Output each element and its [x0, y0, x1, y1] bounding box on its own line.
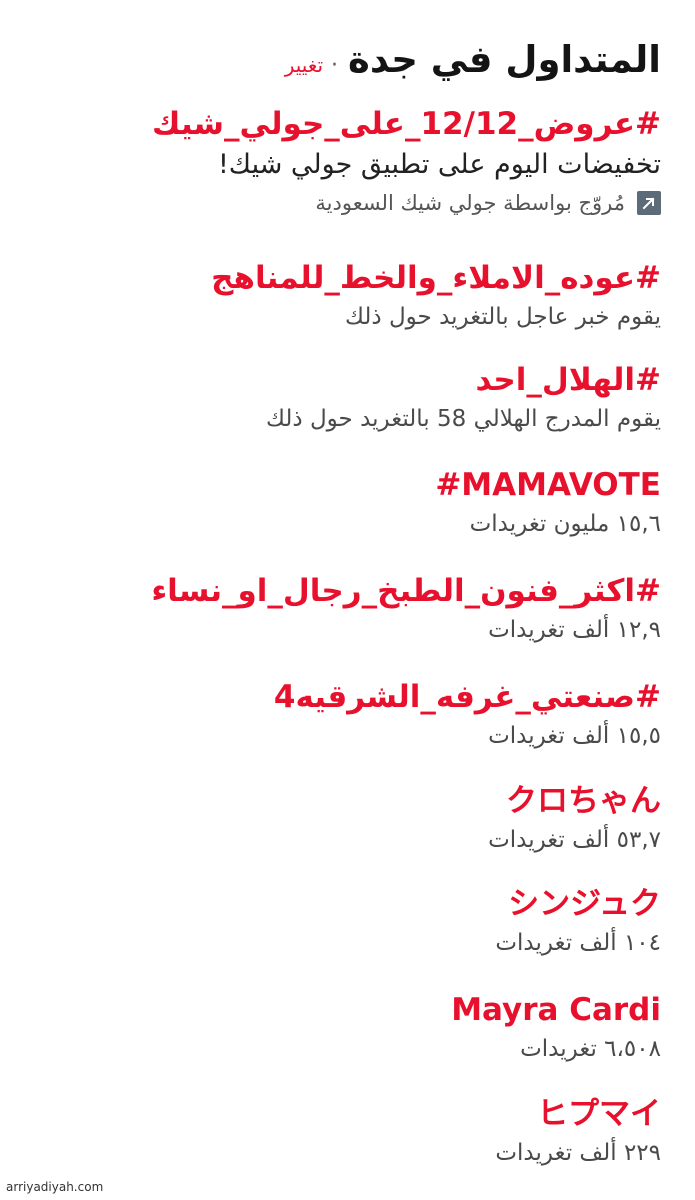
source-watermark: arriyadiyah.com	[6, 1180, 104, 1194]
promoted-arrow-icon	[637, 191, 661, 215]
trend-tweet-count: ١٠٤ ألف تغريدات	[495, 930, 661, 956]
trend-item[interactable]: #عوده_الاملاء_والخط_للمناهج يقوم خبر عاج…	[20, 258, 661, 334]
trend-name[interactable]: #الهلال_احد	[20, 360, 661, 400]
trend-item[interactable]: #اكثر_فنون_الطبخ_رجال_او_نساء ١٢,٩ ألف ت…	[20, 571, 661, 647]
trend-item[interactable]: シンジュク ١٠٤ ألف تغريدات	[20, 884, 661, 960]
trend-tweet-count: ١٥,٥ ألف تغريدات	[488, 723, 661, 749]
trends-panel: المتداول في جدة · تغيير #عروض_12/12_على_…	[0, 0, 695, 1200]
trend-name[interactable]: ヒプマイ	[20, 1094, 661, 1134]
trend-tweet-count: ٦،٥٠٨ تغريدات	[520, 1036, 661, 1062]
trend-name[interactable]: Mayra Cardi	[20, 990, 661, 1030]
trend-item[interactable]: #صنعتي_غرفه_الشرقيه4 ١٥,٥ ألف تغريدات	[20, 677, 661, 753]
trend-name[interactable]: クロちゃん	[20, 781, 661, 821]
trend-description: تخفيضات اليوم على تطبيق جولي شيك!	[217, 149, 661, 180]
trend-description: يقوم خبر عاجل بالتغريد حول ذلك	[345, 304, 661, 330]
header-separator: ·	[331, 53, 339, 78]
trend-name[interactable]: #اكثر_فنون_الطبخ_رجال_او_نساء	[20, 571, 661, 611]
change-location-link[interactable]: تغيير	[285, 53, 323, 77]
trend-description: يقوم المدرج الهلالي 58 بالتغريد حول ذلك	[266, 406, 661, 432]
promoted-row: مُروّج بواسطة جولي شيك السعودية	[20, 188, 661, 218]
trend-item[interactable]: #MAMAVOTE ١٥,٦ مليون تغريدات	[20, 465, 661, 541]
trend-item[interactable]: #عروض_12/12_على_جولي_شيك تخفيضات اليوم ع…	[20, 104, 661, 218]
promoted-by-label: مُروّج بواسطة جولي شيك السعودية	[315, 191, 625, 215]
trend-name[interactable]: #عوده_الاملاء_والخط_للمناهج	[20, 258, 661, 298]
trends-title: المتداول في جدة	[348, 38, 661, 81]
trend-tweet-count: ٥٣,٧ ألف تغريدات	[488, 827, 661, 853]
trend-item[interactable]: #الهلال_احد يقوم المدرج الهلالي 58 بالتغ…	[20, 360, 661, 436]
trend-name[interactable]: #عروض_12/12_على_جولي_شيك	[20, 104, 661, 144]
trend-item[interactable]: クロちゃん ٥٣,٧ ألف تغريدات	[20, 781, 661, 857]
trend-tweet-count: ٢٢٩ ألف تغريدات	[495, 1140, 661, 1166]
trend-tweet-count: ١٢,٩ ألف تغريدات	[488, 617, 661, 643]
trend-tweet-count: ١٥,٦ مليون تغريدات	[469, 511, 661, 537]
trend-item[interactable]: Mayra Cardi ٦،٥٠٨ تغريدات	[20, 990, 661, 1066]
trend-name[interactable]: シンジュク	[20, 884, 661, 924]
trend-item[interactable]: ヒプマイ ٢٢٩ ألف تغريدات	[20, 1094, 661, 1170]
trend-name[interactable]: #صنعتي_غرفه_الشرقيه4	[20, 677, 661, 717]
trend-name[interactable]: #MAMAVOTE	[20, 465, 661, 505]
trends-header: المتداول في جدة · تغيير	[20, 38, 661, 86]
